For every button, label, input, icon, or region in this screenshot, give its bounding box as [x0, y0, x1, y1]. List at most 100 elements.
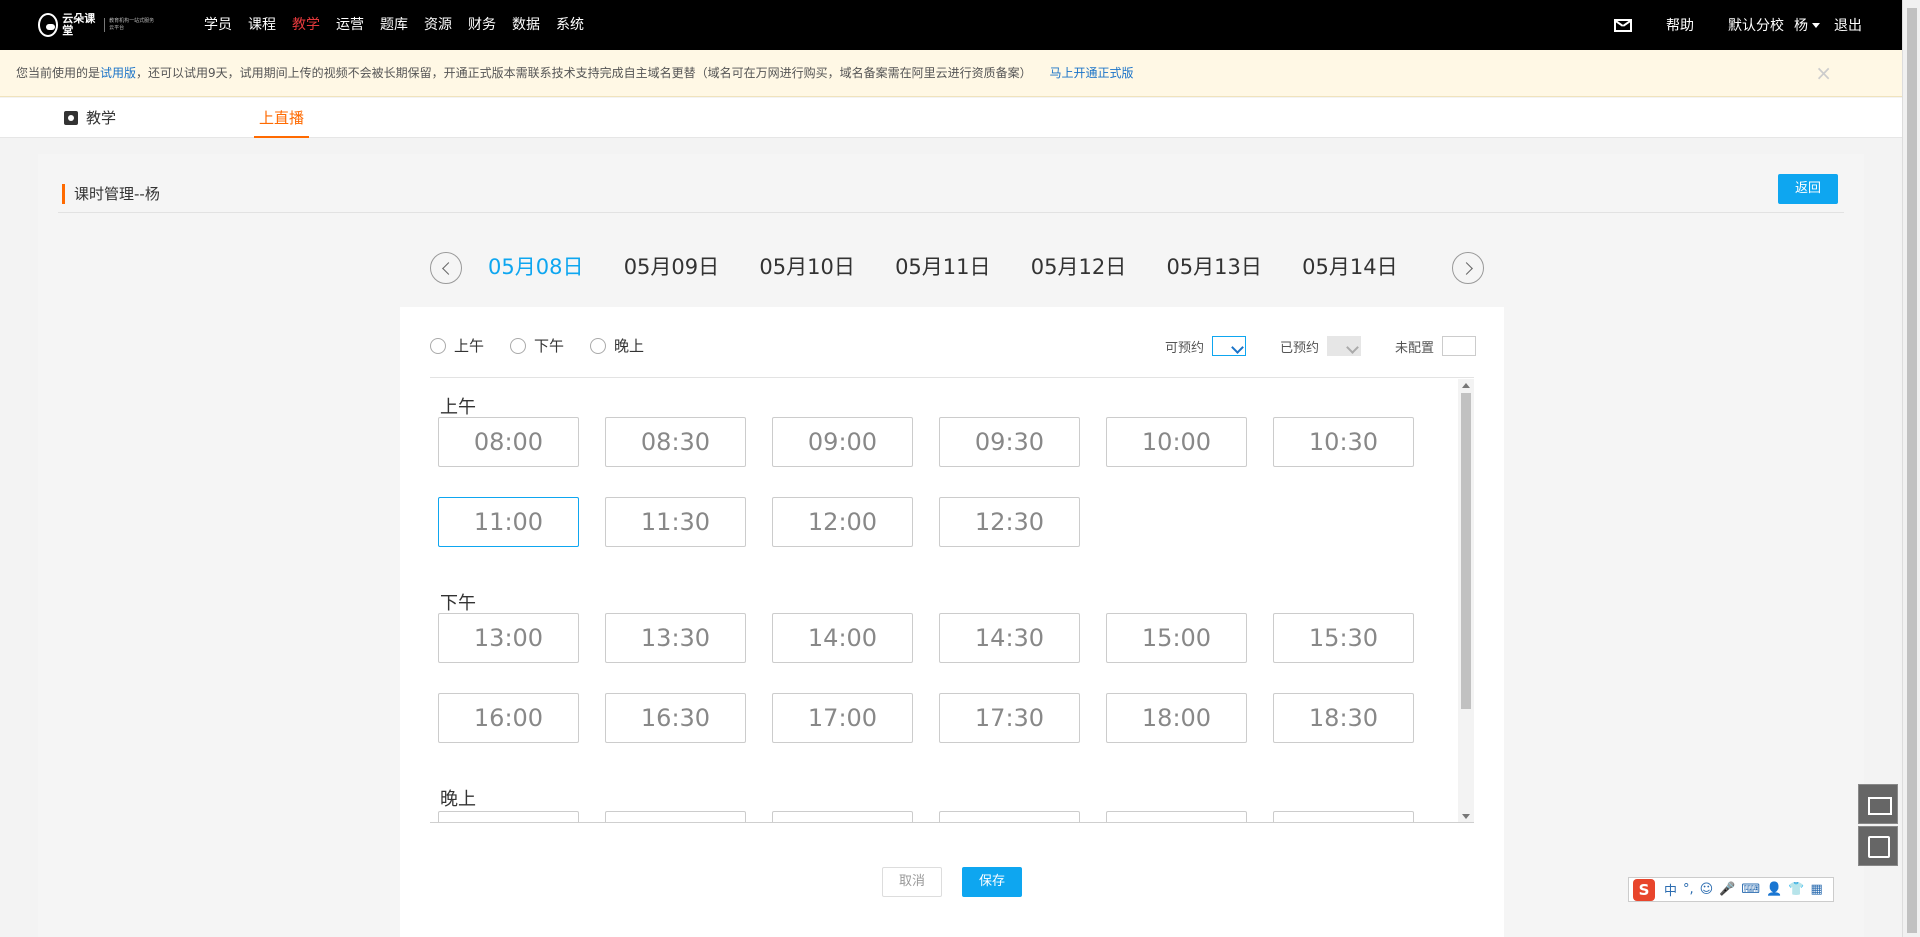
page-scroll-thumb[interactable]: [1907, 8, 1917, 933]
brand-logo[interactable]: 云朵课堂 教育机构一站式服务云平台: [38, 9, 158, 41]
legend-available: 可预约: [1165, 336, 1246, 356]
time-slot[interactable]: 16:30: [605, 693, 746, 743]
scroll-down-icon[interactable]: [1462, 814, 1470, 819]
time-slot[interactable]: 10:30: [1273, 417, 1414, 467]
time-slot[interactable]: 12:30: [939, 497, 1080, 547]
time-slot[interactable]: [939, 811, 1080, 822]
nav-item-finance[interactable]: 财务: [468, 0, 496, 50]
logout-link[interactable]: 退出: [1834, 15, 1862, 35]
teaching-icon: [64, 111, 78, 125]
help-link[interactable]: 帮助: [1666, 15, 1694, 35]
cloud-logo-icon: [38, 13, 59, 37]
chevron-right-icon[interactable]: [1452, 252, 1484, 284]
nav-item-resources[interactable]: 资源: [424, 0, 452, 50]
date-tab[interactable]: 05月12日: [1031, 244, 1167, 290]
sub-tabs: 教学 上直播: [0, 98, 1902, 138]
skin-icon[interactable]: 👕: [1788, 882, 1804, 897]
time-slot[interactable]: 08:30: [605, 417, 746, 467]
date-list: 05月08日 05月09日 05月10日 05月11日 05月12日 05月13…: [488, 244, 1438, 290]
back-button[interactable]: 返回: [1778, 174, 1838, 204]
slot-scrollbar[interactable]: [1458, 379, 1474, 822]
panel-divider: [430, 377, 1474, 378]
form-actions: 取消 保存: [400, 867, 1504, 897]
close-icon[interactable]: ×: [1815, 50, 1832, 97]
radio-morning[interactable]: 上午: [430, 335, 484, 356]
mail-icon[interactable]: [1614, 18, 1632, 32]
time-slot[interactable]: 14:30: [939, 613, 1080, 663]
edit-icon[interactable]: [1858, 826, 1898, 866]
time-slot[interactable]: 09:00: [772, 417, 913, 467]
microphone-icon[interactable]: 🎤: [1719, 882, 1735, 897]
tab-teaching[interactable]: 教学: [64, 98, 116, 138]
time-slot[interactable]: 10:00: [1106, 417, 1247, 467]
radio-label: 下午: [534, 337, 565, 355]
date-tab[interactable]: 05月14日: [1302, 244, 1438, 290]
nav-item-courses[interactable]: 课程: [248, 0, 276, 50]
grid-icon[interactable]: ▦: [1811, 882, 1823, 897]
radio-afternoon[interactable]: 下午: [510, 335, 564, 356]
date-selector: 05月08日 05月09日 05月10日 05月11日 05月12日 05月13…: [430, 244, 1484, 288]
nav-item-system[interactable]: 系统: [556, 0, 584, 50]
nav-item-operations[interactable]: 运营: [336, 0, 364, 50]
title-divider: [58, 212, 1844, 213]
notice-text-1: 您当前使用的是: [16, 66, 101, 80]
date-tab[interactable]: 05月08日: [488, 244, 624, 290]
branch-selector[interactable]: 默认分校: [1728, 15, 1784, 35]
chevron-down-icon[interactable]: [1812, 22, 1820, 28]
time-slot[interactable]: [438, 811, 579, 822]
trial-version-link[interactable]: 试用版: [100, 66, 136, 80]
time-slot[interactable]: [605, 811, 746, 822]
trial-notice-bar: 您当前使用的是试用版，还可以试用9天，试用期间上传的视频不会被长期保留，开通正式…: [0, 50, 1902, 97]
time-slot[interactable]: 13:00: [438, 613, 579, 663]
ime-lang[interactable]: 中: [1664, 880, 1677, 899]
time-slot[interactable]: 18:30: [1273, 693, 1414, 743]
save-button[interactable]: 保存: [962, 867, 1022, 897]
nav-item-students[interactable]: 学员: [204, 0, 232, 50]
cancel-button[interactable]: 取消: [882, 867, 942, 897]
page-scrollbar[interactable]: [1902, 0, 1920, 937]
sogou-logo-icon[interactable]: S: [1633, 878, 1655, 901]
status-legend: 可预约 已预约 未配置: [1131, 336, 1476, 356]
date-tab[interactable]: 05月13日: [1166, 244, 1302, 290]
nav-item-question-bank[interactable]: 题库: [380, 0, 408, 50]
time-slot[interactable]: 14:00: [772, 613, 913, 663]
user-icon[interactable]: 👤: [1766, 882, 1782, 897]
time-slot[interactable]: 12:00: [772, 497, 913, 547]
time-slot[interactable]: 11:00: [438, 497, 579, 547]
time-slot[interactable]: [1106, 811, 1247, 822]
time-slot[interactable]: 09:30: [939, 417, 1080, 467]
scroll-up-icon[interactable]: [1462, 383, 1470, 388]
ime-punct[interactable]: °,: [1683, 882, 1694, 897]
time-slot[interactable]: [772, 811, 913, 822]
legend-label: 可预约: [1164, 340, 1204, 356]
date-tab[interactable]: 05月11日: [895, 244, 1031, 290]
date-tab[interactable]: 05月10日: [759, 244, 895, 290]
time-slot[interactable]: 16:00: [438, 693, 579, 743]
keyboard-icon[interactable]: ⌨: [1741, 882, 1760, 897]
scroll-thumb[interactable]: [1461, 393, 1471, 709]
ime-toolbar: S 中 °, ☺ 🎤 ⌨ 👤 👕 ▦: [1628, 877, 1834, 902]
time-slot[interactable]: 18:00: [1106, 693, 1247, 743]
upgrade-link[interactable]: 马上开通正式版: [1050, 66, 1134, 80]
radio-evening[interactable]: 晚上: [590, 335, 644, 356]
time-slot[interactable]: 13:30: [605, 613, 746, 663]
tab-live[interactable]: 上直播: [254, 98, 310, 138]
time-slot[interactable]: 17:30: [939, 693, 1080, 743]
period-filter: 上午 下午 晚上: [430, 335, 670, 356]
date-tab[interactable]: 05月09日: [624, 244, 760, 290]
main-content: 课时管理--杨 返回 05月08日 05月09日 05月10日 05月11日 0…: [38, 154, 1864, 937]
user-name[interactable]: 杨: [1794, 15, 1808, 35]
time-slot[interactable]: 08:00: [438, 417, 579, 467]
nav-item-teaching[interactable]: 教学: [292, 0, 320, 50]
time-slot[interactable]: [1273, 811, 1414, 822]
radio-circle-icon: [590, 337, 607, 354]
message-icon[interactable]: [1858, 784, 1898, 824]
nav-item-data[interactable]: 数据: [512, 0, 540, 50]
chevron-left-icon[interactable]: [430, 252, 462, 284]
emoji-icon[interactable]: ☺: [1700, 882, 1714, 897]
section-title-afternoon: 下午: [440, 593, 476, 614]
time-slot[interactable]: 15:00: [1106, 613, 1247, 663]
time-slot[interactable]: 11:30: [605, 497, 746, 547]
time-slot[interactable]: 15:30: [1273, 613, 1414, 663]
time-slot[interactable]: 17:00: [772, 693, 913, 743]
